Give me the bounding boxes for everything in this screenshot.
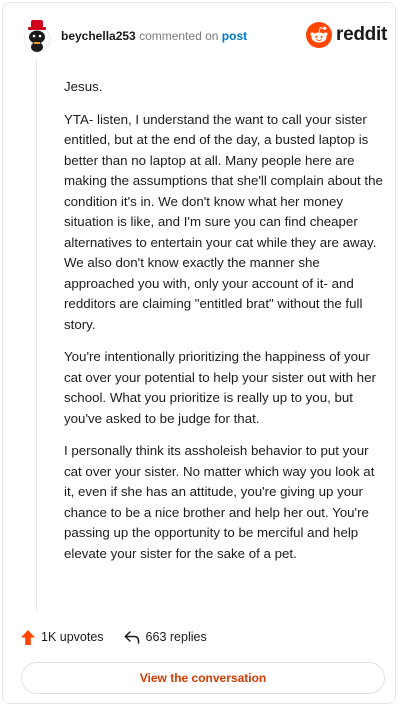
comment-header: beychella253 commented on post reddit [21,17,387,57]
comment-paragraph: YTA- listen, I understand the want to ca… [64,111,383,332]
comment-paragraph: I personally think its assholeish behavi… [64,443,375,561]
upvote-button[interactable]: 1K upvotes [21,629,104,645]
avatar-snoo-icon [23,20,51,53]
comment-body: Jesus. YTA- listen, I understand the wan… [64,77,384,576]
thread-line[interactable] [36,59,37,611]
reddit-wordmark: reddit [336,24,387,45]
reply-arrow-icon [124,630,139,644]
view-conversation-button[interactable]: View the conversation [21,662,385,694]
reply-count: 663 replies [145,630,207,644]
upvote-count: 1K upvotes [41,630,104,644]
comment-meta: beychella253 commented on post [61,29,247,43]
action-text: commented on [139,29,219,43]
comment-paragraph: Jesus. [64,79,103,94]
avatar[interactable] [21,17,53,53]
reddit-snoo-icon [306,22,333,48]
comment-paragraph: You're intentionally prioritizing the ha… [64,349,376,426]
upvote-arrow-icon [21,629,35,645]
post-link[interactable]: post [222,29,247,43]
username-link[interactable]: beychella253 [61,29,136,43]
comment-card: beychella253 commented on post reddit Je… [2,2,396,704]
reddit-logo[interactable]: reddit [306,21,387,49]
replies-button[interactable]: 663 replies [124,630,207,644]
comment-actions: 1K upvotes 663 replies [21,627,207,647]
